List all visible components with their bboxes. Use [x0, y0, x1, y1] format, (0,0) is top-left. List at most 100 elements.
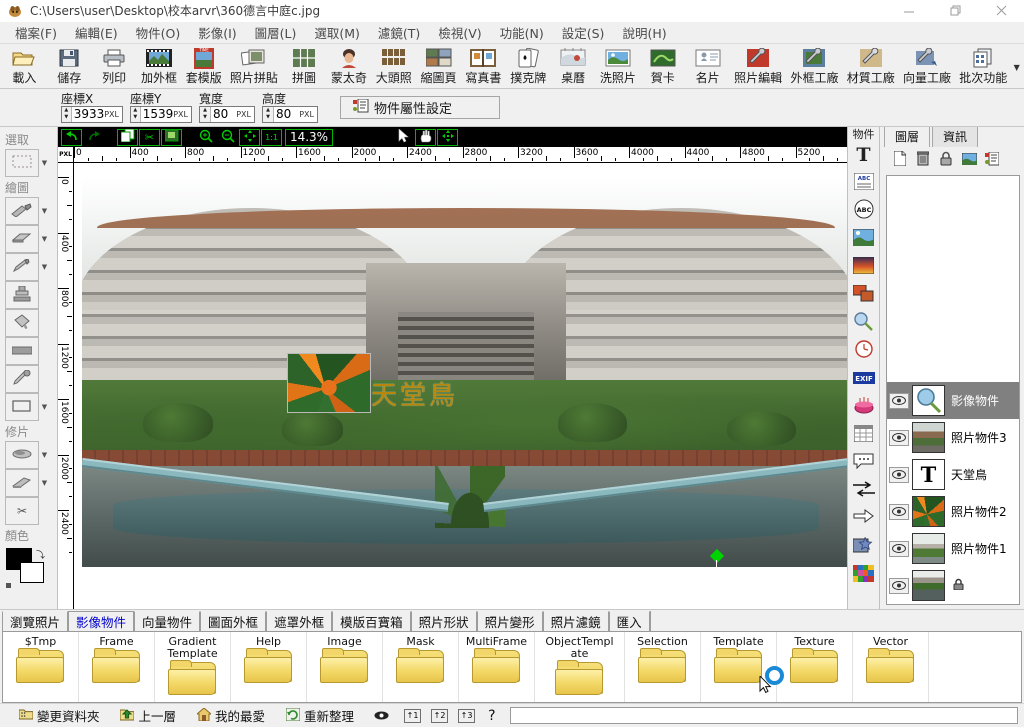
toolbar-button-greeting-card[interactable]: 賀卡: [640, 45, 685, 88]
stepper-arrows-x[interactable]: ▲ ▼: [62, 106, 72, 122]
folder-item[interactable]: Texture: [777, 632, 853, 702]
layer-thumbnail[interactable]: [912, 533, 945, 564]
eye-icon[interactable]: [889, 466, 909, 483]
paintbrush-dropdown-arrow-icon[interactable]: ▼: [39, 207, 50, 215]
menu-item-help[interactable]: 說明(H): [613, 21, 675, 44]
zoom-level-display[interactable]: 14.3%: [285, 128, 333, 146]
layer-thumbnail[interactable]: [912, 422, 945, 453]
toolbar-button-texture-factory[interactable]: 材質工廠: [843, 45, 899, 88]
tab-layers[interactable]: 圖層: [884, 127, 931, 147]
arrow-shape-tool[interactable]: [850, 505, 878, 533]
tab-photo-warp[interactable]: 照片變形: [476, 611, 543, 631]
text-tool[interactable]: T: [850, 141, 878, 169]
eye-icon[interactable]: [889, 540, 909, 557]
stepper-arrows-w[interactable]: ▲ ▼: [200, 106, 211, 122]
stepper-arrows-h[interactable]: ▲ ▼: [263, 106, 274, 122]
folder-item[interactable]: Gradient Template: [155, 632, 231, 702]
help-button[interactable]: ?: [482, 708, 501, 724]
layer-thumbnail[interactable]: T: [912, 459, 945, 490]
actual-size-button[interactable]: 1:1: [261, 128, 282, 146]
preview-toggle-button[interactable]: [366, 709, 397, 723]
shape-tool[interactable]: [5, 393, 39, 421]
burn-dodge-tool[interactable]: [5, 469, 39, 497]
folder-item[interactable]: Help: [231, 632, 307, 702]
multi-image-tool[interactable]: [850, 281, 878, 309]
toolbar-button-contact-sheet[interactable]: 縮圖頁: [416, 45, 461, 88]
exif-object-tool[interactable]: EXIF: [850, 365, 878, 393]
image-object-tool[interactable]: [850, 225, 878, 253]
pan-hand-tool[interactable]: [415, 128, 436, 146]
menu-item-function[interactable]: 功能(N): [491, 21, 553, 44]
height-value[interactable]: 80: [274, 107, 299, 122]
chevron-down-icon[interactable]: ▼: [1011, 45, 1022, 88]
toolbar-button-vector-factory[interactable]: 向量工廠: [899, 45, 955, 88]
folder-item[interactable]: Template: [701, 632, 777, 702]
photo-background-layer[interactable]: [82, 177, 847, 567]
width-value[interactable]: 80: [211, 107, 236, 122]
eraser-tool[interactable]: [5, 225, 39, 253]
burn-dropdown-arrow-icon[interactable]: ▼: [39, 479, 50, 487]
layer-row-photo-object-3[interactable]: 照片物件3: [887, 419, 1019, 456]
menu-item-settings[interactable]: 設定(S): [553, 21, 614, 44]
move-object-tool[interactable]: [437, 128, 458, 146]
horizontal-ruler[interactable]: 0 400 800 1200 1600 2000 2400 2800 3200 3600 4000 4…: [74, 147, 847, 163]
menu-item-layer[interactable]: 圖層(L): [246, 21, 306, 44]
magnifier-object-tool[interactable]: [850, 309, 878, 337]
color-palette-tool[interactable]: [850, 561, 878, 589]
tab-image-objects[interactable]: 影像物件: [68, 611, 135, 631]
text-box-tool[interactable]: ABC: [850, 169, 878, 197]
tab-import[interactable]: 匯入: [608, 611, 650, 631]
blur-retouch-tool[interactable]: [5, 441, 39, 469]
tab-info[interactable]: 資訊: [932, 127, 979, 147]
eye-icon[interactable]: [889, 503, 909, 520]
selection-handle-grid[interactable]: [705, 570, 728, 597]
menu-item-view[interactable]: 檢視(V): [429, 21, 490, 44]
eye-icon[interactable]: [889, 429, 909, 446]
view-mode-2-button[interactable]: ↑2: [428, 708, 451, 723]
toolbar-button-desk-calendar[interactable]: 桌曆: [551, 45, 596, 88]
toolbar-button-montage[interactable]: 蒙太奇: [326, 45, 371, 88]
toolbar-button-photo-edit[interactable]: 照片編輯: [730, 45, 786, 88]
folder-item[interactable]: MultiFrame: [459, 632, 535, 702]
stepper-arrows-y[interactable]: ▲ ▼: [131, 106, 141, 122]
menu-item-edit[interactable]: 編輯(E): [66, 21, 127, 44]
eraser-dropdown-arrow-icon[interactable]: ▼: [39, 235, 50, 243]
layer-row-photo-object-1[interactable]: 照片物件1: [887, 530, 1019, 567]
coordinate-x-stepper[interactable]: ▲ ▼ 3933 PXL: [61, 105, 123, 123]
layer-thumbnail[interactable]: [912, 570, 945, 601]
text-object[interactable]: 天堂鳥: [371, 375, 458, 412]
eye-icon[interactable]: [889, 392, 909, 409]
layer-properties-button[interactable]: [984, 151, 1000, 170]
swap-colors-icon[interactable]: ⤵: [36, 548, 45, 561]
speech-bubble-tool[interactable]: [850, 449, 878, 477]
layer-thumbnail[interactable]: [912, 385, 945, 416]
clone-stamp-tool[interactable]: [5, 281, 39, 309]
marquee-select-tool[interactable]: [5, 149, 39, 177]
toolbar-button-load[interactable]: 載入: [2, 45, 47, 88]
folder-item[interactable]: ObjectTemplate: [535, 632, 625, 702]
tab-photo-shapes[interactable]: 照片形狀: [410, 611, 477, 631]
toolbar-button-photo-book[interactable]: 寫真書: [461, 45, 506, 88]
folder-item[interactable]: Frame: [79, 632, 155, 702]
reset-colors-icon[interactable]: [6, 583, 11, 588]
background-color-swatch[interactable]: [20, 562, 44, 583]
photo-object-flower[interactable]: [287, 353, 371, 413]
toolbar-button-id-photo[interactable]: 大頭照: [371, 45, 416, 88]
menu-item-file[interactable]: 檔案(F): [6, 21, 66, 44]
tab-vector-objects[interactable]: 向量物件: [134, 611, 201, 631]
layer-row-background[interactable]: [887, 567, 1019, 604]
tab-template-box[interactable]: 模版百寶箱: [332, 611, 411, 631]
pencil-tool[interactable]: [5, 253, 39, 281]
toolbar-button-frame-factory[interactable]: 外框工廠: [786, 45, 842, 88]
layer-row-photo-object-2[interactable]: 照片物件2: [887, 493, 1019, 530]
redo-button[interactable]: [83, 129, 104, 146]
layer-list[interactable]: 影像物件 照片物件3 T 天堂鳥 照片物件2 照片物件1: [886, 175, 1020, 605]
ruler-unit-corner[interactable]: PXL: [58, 147, 74, 163]
object-properties-button[interactable]: 物件屬性設定: [340, 96, 500, 119]
clock-object-tool[interactable]: [850, 337, 878, 365]
copy-button[interactable]: [117, 128, 138, 146]
lock-layer-button[interactable]: [938, 151, 954, 170]
calendar-object-tool[interactable]: [850, 421, 878, 449]
gradient-tool[interactable]: [5, 337, 39, 365]
view-mode-1-button[interactable]: ↑1: [401, 708, 424, 723]
